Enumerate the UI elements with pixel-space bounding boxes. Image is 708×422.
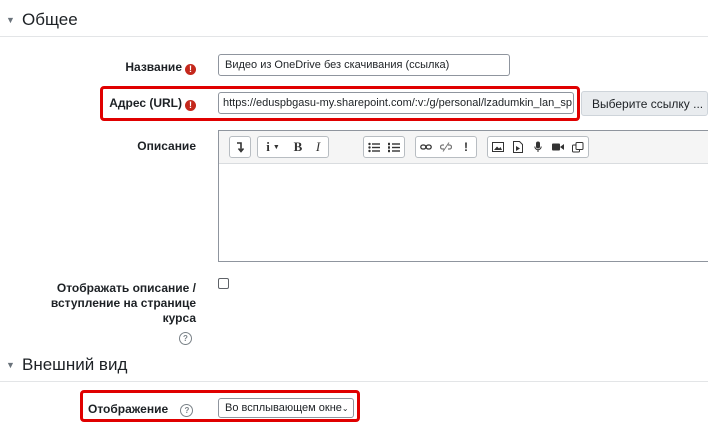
caret-down-icon: ▼ [6,15,15,25]
unlink-icon[interactable] [436,137,456,157]
collapse-icon[interactable] [230,137,250,157]
choose-link-label: Выберите ссылку ... [592,96,704,111]
caret-down-icon: ▼ [6,360,15,370]
display-label: Отображение [88,402,169,416]
display-label-row: Отображение ? [80,401,212,417]
toolbar-group-media [487,136,589,158]
name-input[interactable]: Видео из OneDrive без скачивания (ссылка… [218,54,510,76]
divider [0,381,708,382]
name-label-row: Название! [60,59,196,75]
section-appearance-header[interactable]: ▼ Внешний вид [0,353,127,377]
help-icon[interactable]: ? [179,332,192,345]
divider [0,36,708,37]
url-input-value: https://eduspbgasu-my.sharepoint.com/:v:… [223,97,572,109]
help-icon[interactable]: ? [180,404,194,417]
toolbar-group-lists [363,136,405,158]
description-editor[interactable]: i ▼ B I ! [218,130,708,262]
ordered-list-icon[interactable] [384,137,404,157]
unordered-list-icon[interactable] [364,137,384,157]
section-general-title: Общее [22,10,78,29]
display-select[interactable]: Во всплывающем окне ⌄ [218,398,354,418]
media-icon[interactable] [508,137,528,157]
description-label: Описание [137,139,196,153]
manage-files-icon[interactable] [568,137,588,157]
record-audio-icon[interactable] [528,137,548,157]
dropdown-caret-icon: ▼ [272,143,280,151]
italic-icon[interactable]: I [308,137,328,157]
section-general-header[interactable]: ▼ Общее [0,8,78,32]
record-video-icon[interactable] [548,137,568,157]
section-appearance-title: Внешний вид [22,355,128,374]
emoji-icon[interactable]: ! [456,137,476,157]
url-label: Адрес (URL) [109,96,182,110]
toolbar-group-collapse [229,136,251,158]
show-description-label: Отображать описание / вступление на стра… [50,281,196,345]
required-icon: ! [185,100,196,111]
name-label: Название [125,60,182,74]
choose-link-button[interactable]: Выберите ссылку ... [581,91,708,116]
show-description-checkbox[interactable] [218,278,229,289]
editor-toolbar: i ▼ B I ! [219,131,708,164]
link-icon[interactable] [416,137,436,157]
bold-icon[interactable]: B [288,137,308,157]
image-icon[interactable] [488,137,508,157]
url-input[interactable]: https://eduspbgasu-my.sharepoint.com/:v:… [218,92,574,114]
info-style-icon[interactable]: i ▼ [258,137,288,157]
url-label-row: Адрес (URL)! [60,95,196,111]
toolbar-group-style: i ▼ B I [257,136,329,158]
chevron-down-icon: ⌄ [341,403,349,413]
display-select-value: Во всплывающем окне [225,402,342,414]
toolbar-group-links: ! [415,136,477,158]
name-input-value: Видео из OneDrive без скачивания (ссылка… [225,59,450,71]
required-icon: ! [185,64,196,75]
